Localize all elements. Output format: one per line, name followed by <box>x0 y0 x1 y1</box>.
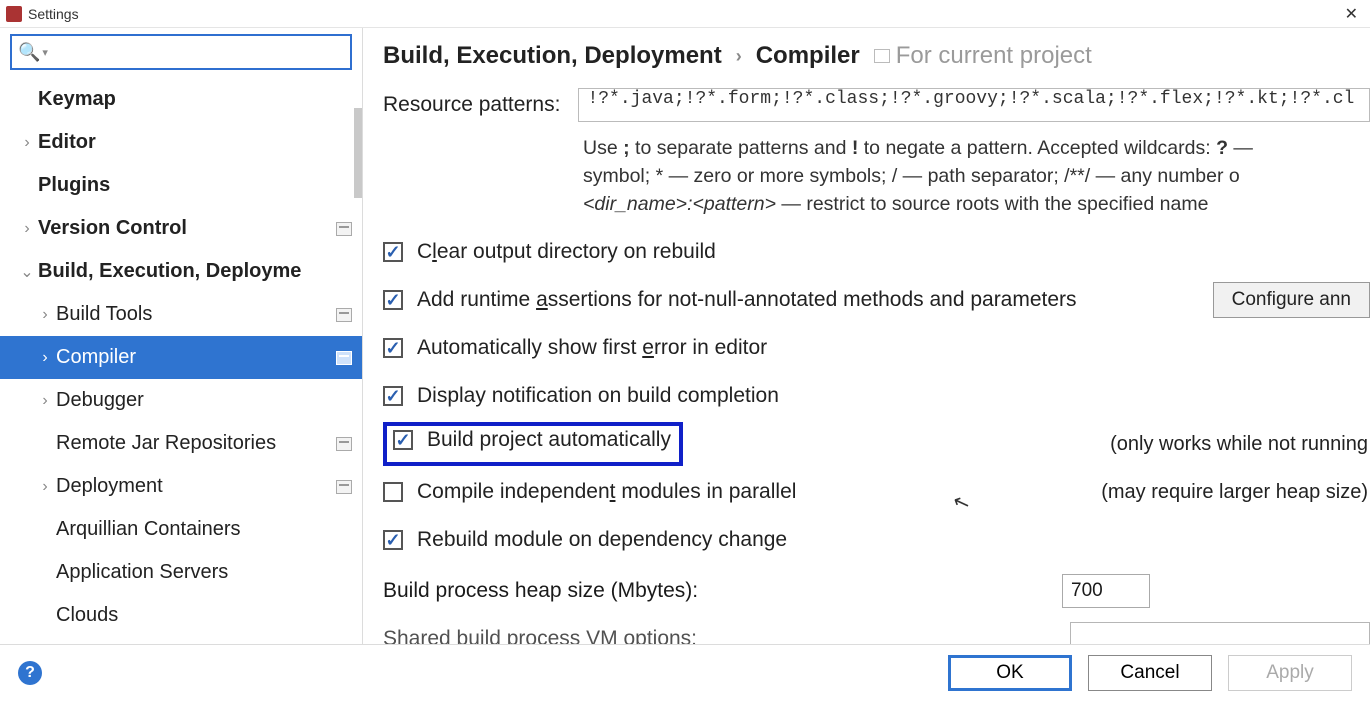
sidebar-item-build[interactable]: ⌄Build, Execution, Deployme <box>0 250 362 293</box>
search-input[interactable]: 🔍▾ <box>10 34 352 70</box>
sidebar-item-plugins[interactable]: Plugins <box>0 164 362 207</box>
sidebar: 🔍▾ Keymap ›Editor Plugins ›Version Contr… <box>0 28 363 644</box>
breadcrumb: Build, Execution, Deployment › Compiler … <box>383 42 1370 70</box>
vm-options-input[interactable] <box>1070 622 1370 644</box>
checkbox-icon: ✓ <box>383 338 403 358</box>
chevron-right-icon: › <box>36 349 54 367</box>
chevron-right-icon: › <box>736 46 742 67</box>
resource-patterns-input[interactable]: !?*.java;!?*.form;!?*.class;!?*.groovy;!… <box>578 88 1370 122</box>
resource-patterns-label: Resource patterns: <box>383 93 560 117</box>
app-icon <box>6 6 22 22</box>
chevron-down-icon: ⌄ <box>18 262 36 282</box>
checkbox-add-runtime-assertions[interactable]: ✓ Add runtime assertions for not-null-an… <box>383 276 1370 324</box>
breadcrumb-current: Compiler <box>756 42 860 70</box>
configure-annotations-button[interactable]: Configure ann <box>1213 282 1370 318</box>
checkbox-rebuild-on-dependency[interactable]: ✓ Rebuild module on dependency change <box>383 516 1370 564</box>
project-scope-icon <box>874 49 890 63</box>
build-auto-note: (only works while not running <box>1110 433 1370 456</box>
project-scope-icon <box>336 437 352 451</box>
settings-tree: Keymap ›Editor Plugins ›Version Control … <box>0 78 362 644</box>
close-icon[interactable]: ✕ <box>1339 4 1364 24</box>
project-scope-icon <box>336 480 352 494</box>
sidebar-scrollbar[interactable] <box>354 108 362 198</box>
sidebar-item-version-control[interactable]: ›Version Control <box>0 207 362 250</box>
for-current-project-label: For current project <box>874 42 1092 70</box>
chevron-down-icon: ▾ <box>42 46 48 59</box>
dialog-footer: ? OK Cancel Apply <box>0 644 1370 700</box>
checkbox-auto-show-error[interactable]: ✓ Automatically show first error in edit… <box>383 324 1370 372</box>
project-scope-icon <box>336 222 352 236</box>
sidebar-item-keymap[interactable]: Keymap <box>0 78 362 121</box>
chevron-right-icon: › <box>36 306 54 324</box>
apply-button[interactable]: Apply <box>1228 655 1352 691</box>
sidebar-item-clouds[interactable]: Clouds <box>0 594 362 637</box>
checkbox-build-project-automatically[interactable]: ✓ Build project automatically (only work… <box>383 420 1370 468</box>
resource-patterns-hint: Use ; to separate patterns and ! to nega… <box>583 134 1370 218</box>
checkbox-icon: ✓ <box>383 290 403 310</box>
ok-button[interactable]: OK <box>948 655 1072 691</box>
project-scope-icon <box>336 308 352 322</box>
checkbox-icon: ✓ <box>383 482 403 502</box>
chevron-right-icon: › <box>18 220 36 238</box>
chevron-right-icon: › <box>36 392 54 410</box>
heap-size-input[interactable]: 700 <box>1062 574 1150 608</box>
vm-options-label: Shared build process VM options: <box>383 627 697 644</box>
chevron-right-icon: › <box>18 134 36 152</box>
sidebar-item-debugger[interactable]: ›Debugger <box>0 379 362 422</box>
cancel-button[interactable]: Cancel <box>1088 655 1212 691</box>
content-pane: Build, Execution, Deployment › Compiler … <box>363 28 1370 644</box>
checkbox-icon: ✓ <box>383 386 403 406</box>
checkbox-compile-parallel[interactable]: ✓ Compile independent modules in paralle… <box>383 468 1370 516</box>
search-icon: 🔍 <box>18 42 40 63</box>
breadcrumb-root[interactable]: Build, Execution, Deployment <box>383 42 722 70</box>
sidebar-item-remote-jar[interactable]: Remote Jar Repositories <box>0 422 362 465</box>
heap-size-label: Build process heap size (Mbytes): <box>383 579 698 603</box>
sidebar-item-editor[interactable]: ›Editor <box>0 121 362 164</box>
help-button[interactable]: ? <box>18 661 42 685</box>
compile-parallel-note: (may require larger heap size) <box>1101 481 1370 504</box>
sidebar-item-app-servers[interactable]: Application Servers <box>0 551 362 594</box>
checkbox-icon: ✓ <box>383 530 403 550</box>
checkbox-display-notification[interactable]: ✓ Display notification on build completi… <box>383 372 1370 420</box>
sidebar-item-arquillian[interactable]: Arquillian Containers <box>0 508 362 551</box>
chevron-right-icon: › <box>36 478 54 496</box>
checkbox-icon: ✓ <box>393 430 413 450</box>
checkbox-clear-output[interactable]: ✓ Clear output directory on rebuild <box>383 228 1370 276</box>
checkbox-icon: ✓ <box>383 242 403 262</box>
sidebar-item-compiler[interactable]: ›Compiler <box>0 336 362 379</box>
window-title: Settings <box>28 6 79 22</box>
highlight-box: ✓ Build project automatically <box>383 422 683 466</box>
sidebar-item-build-tools[interactable]: ›Build Tools <box>0 293 362 336</box>
project-scope-icon <box>336 351 352 365</box>
titlebar: Settings ✕ <box>0 0 1370 28</box>
sidebar-item-deployment[interactable]: ›Deployment <box>0 465 362 508</box>
